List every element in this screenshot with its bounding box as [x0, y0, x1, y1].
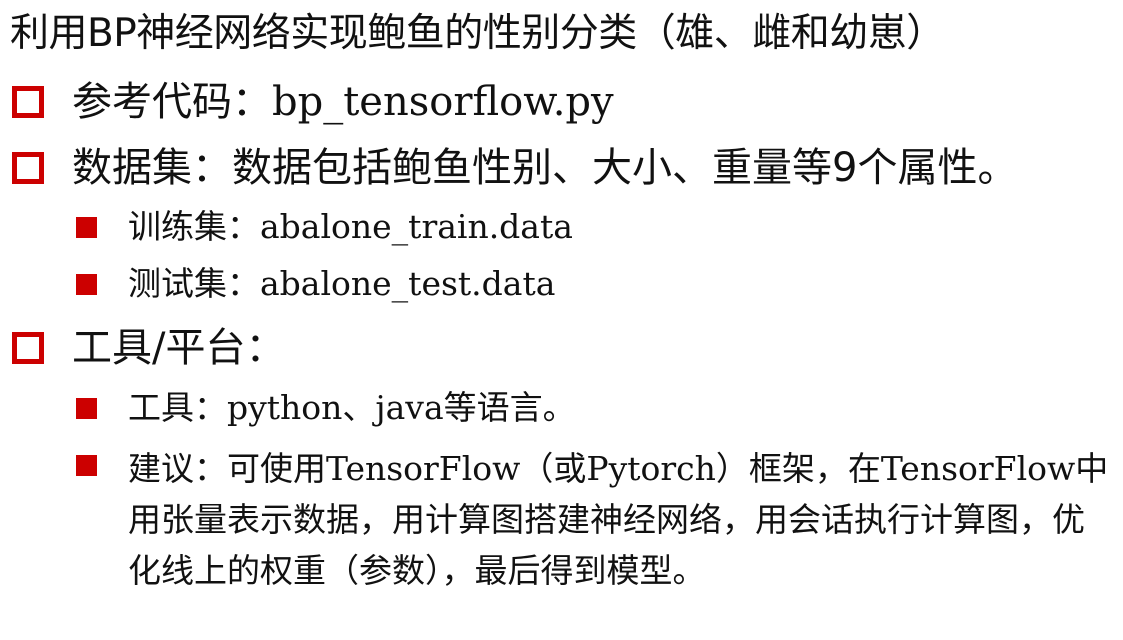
hollow-square-icon [12, 152, 44, 184]
tools-label: 工具： [128, 388, 227, 427]
train-set-label: 训练集： [128, 207, 260, 246]
hollow-square-icon [12, 86, 44, 118]
slide: 利用BP神经网络实现鲍鱼的性别分类（雄、雌和幼崽） 参考代码： bp_tenso… [0, 0, 1123, 640]
train-set-file: abalone_train.data [260, 207, 573, 246]
filled-square-icon [76, 455, 97, 476]
bullet-train-set: 训练集： abalone_train.data [76, 205, 573, 249]
reference-code-label: 参考代码： [72, 79, 272, 125]
bullet-tools: 工具： python、java等语言。 [76, 386, 576, 430]
filled-square-icon [76, 397, 97, 419]
filled-square-icon [76, 216, 97, 238]
tools-value: python、java等语言。 [227, 388, 576, 427]
dataset-description: 数据包括鲍鱼性别、大小、重量等9个属性。 [232, 145, 1018, 191]
advice-text: 建议：可使用TensorFlow（或Pytorch）框架，在TensorFlow… [128, 449, 1109, 590]
test-set-label: 测试集： [128, 264, 260, 303]
hollow-square-icon [12, 332, 44, 364]
tools-platform-label: 工具/平台： [72, 325, 286, 371]
filled-square-icon [76, 273, 97, 295]
bullet-test-set: 测试集： abalone_test.data [76, 262, 555, 306]
bullet-dataset: 数据集： 数据包括鲍鱼性别、大小、重量等9个属性。 [12, 143, 1017, 193]
reference-code-value: bp_tensorflow.py [272, 79, 614, 125]
bullet-reference-code: 参考代码： bp_tensorflow.py [12, 77, 614, 127]
bullet-advice: 建议：可使用TensorFlow（或Pytorch）框架，在TensorFlow… [76, 443, 1116, 596]
test-set-file: abalone_test.data [260, 264, 556, 303]
bullet-tools-platform: 工具/平台： [12, 323, 285, 373]
slide-title: 利用BP神经网络实现鲍鱼的性别分类（雄、雌和幼崽） [10, 11, 945, 56]
dataset-label: 数据集： [72, 145, 232, 191]
